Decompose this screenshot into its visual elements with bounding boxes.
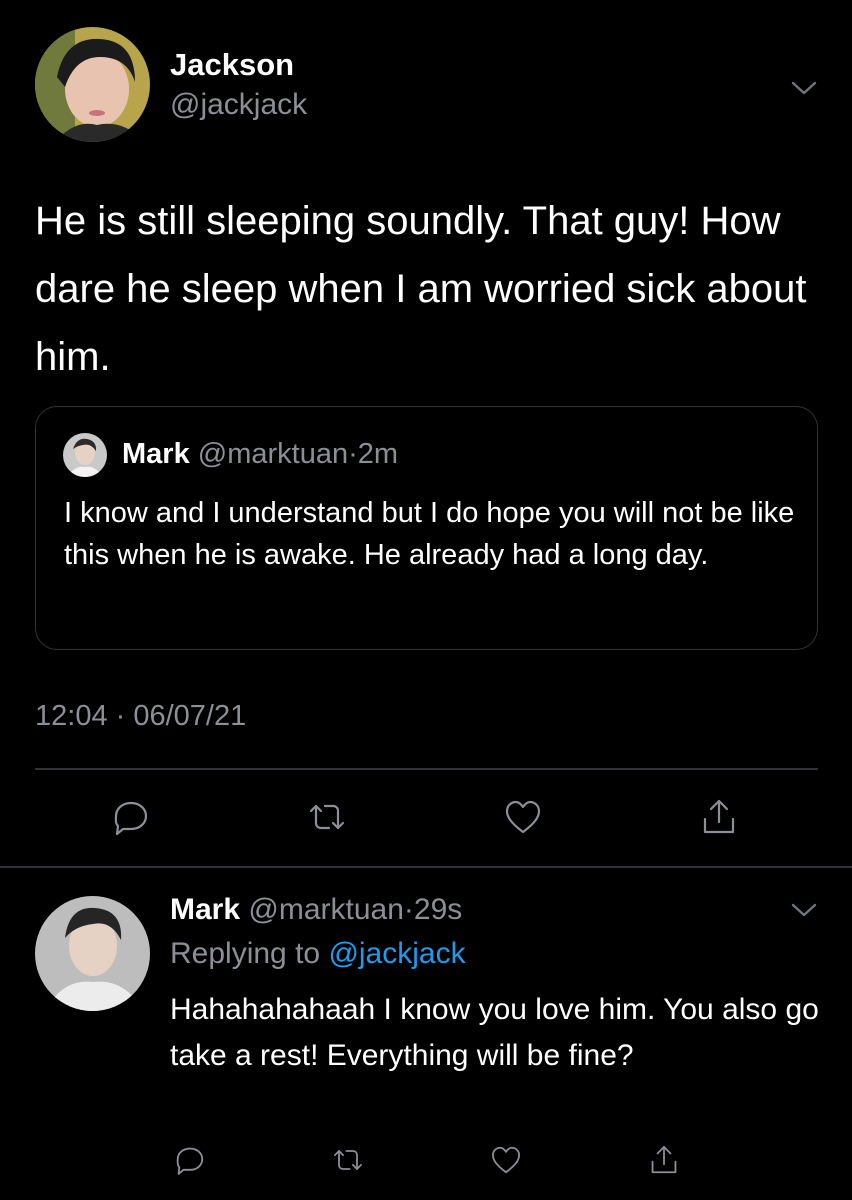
heart-icon xyxy=(492,1146,520,1174)
chevron-down-icon[interactable] xyxy=(790,78,818,98)
chevron-down-icon[interactable] xyxy=(790,900,818,920)
tweet-timestamp: 12:04 · 06/07/21 xyxy=(35,700,247,732)
reply-button[interactable] xyxy=(170,1140,210,1180)
separator-dot: · xyxy=(403,893,414,926)
tweet-text: He is still sleeping soundly. That guy! … xyxy=(35,199,807,379)
quoted-author-name: Mark xyxy=(122,438,190,470)
divider xyxy=(35,768,818,770)
share-icon xyxy=(703,799,735,834)
reply-author-name[interactable]: Mark xyxy=(170,893,240,926)
mark-avatar[interactable] xyxy=(35,896,150,1011)
reply-tweet-time: 29s xyxy=(413,893,463,926)
author-handle[interactable]: @jackjack xyxy=(170,88,307,122)
quoted-tweet-time: 2m xyxy=(357,438,399,470)
like-button[interactable] xyxy=(499,793,547,841)
reply-author-handle[interactable]: @marktuan xyxy=(248,893,404,926)
jackson-avatar[interactable] xyxy=(35,27,150,142)
quoted-author-avatar xyxy=(63,433,107,477)
avatar-image xyxy=(35,896,150,1011)
quoted-tweet-header: Mark @marktuan·2m xyxy=(122,438,398,471)
quoted-author-handle: @marktuan xyxy=(197,438,349,470)
replying-to-line: Replying to @jackjack xyxy=(170,937,466,971)
like-button[interactable] xyxy=(486,1140,526,1180)
share-icon xyxy=(651,1146,677,1174)
replying-to-label: Replying to xyxy=(170,937,321,970)
share-button[interactable] xyxy=(644,1140,684,1180)
reply-tweet-header: Mark @marktuan·29s xyxy=(170,893,462,927)
separator-dot: · xyxy=(348,438,358,470)
quoted-tweet-text: I know and I understand but I do hope yo… xyxy=(64,497,795,571)
author-name[interactable]: Jackson xyxy=(170,47,294,83)
retweet-button[interactable] xyxy=(303,793,351,841)
reply-icon xyxy=(176,1147,204,1175)
retweet-button[interactable] xyxy=(328,1140,368,1180)
heart-icon xyxy=(505,800,541,834)
reply-tweet-text: Hahahahahaah I know you love him. You al… xyxy=(170,993,819,1072)
reply-button[interactable] xyxy=(107,793,155,841)
share-button[interactable] xyxy=(695,793,743,841)
reply-icon xyxy=(114,801,148,836)
divider xyxy=(0,866,852,868)
retweet-icon xyxy=(334,1150,362,1170)
retweet-icon xyxy=(309,804,345,830)
mention-link[interactable]: @jackjack xyxy=(328,937,465,970)
avatar-image xyxy=(35,27,150,142)
